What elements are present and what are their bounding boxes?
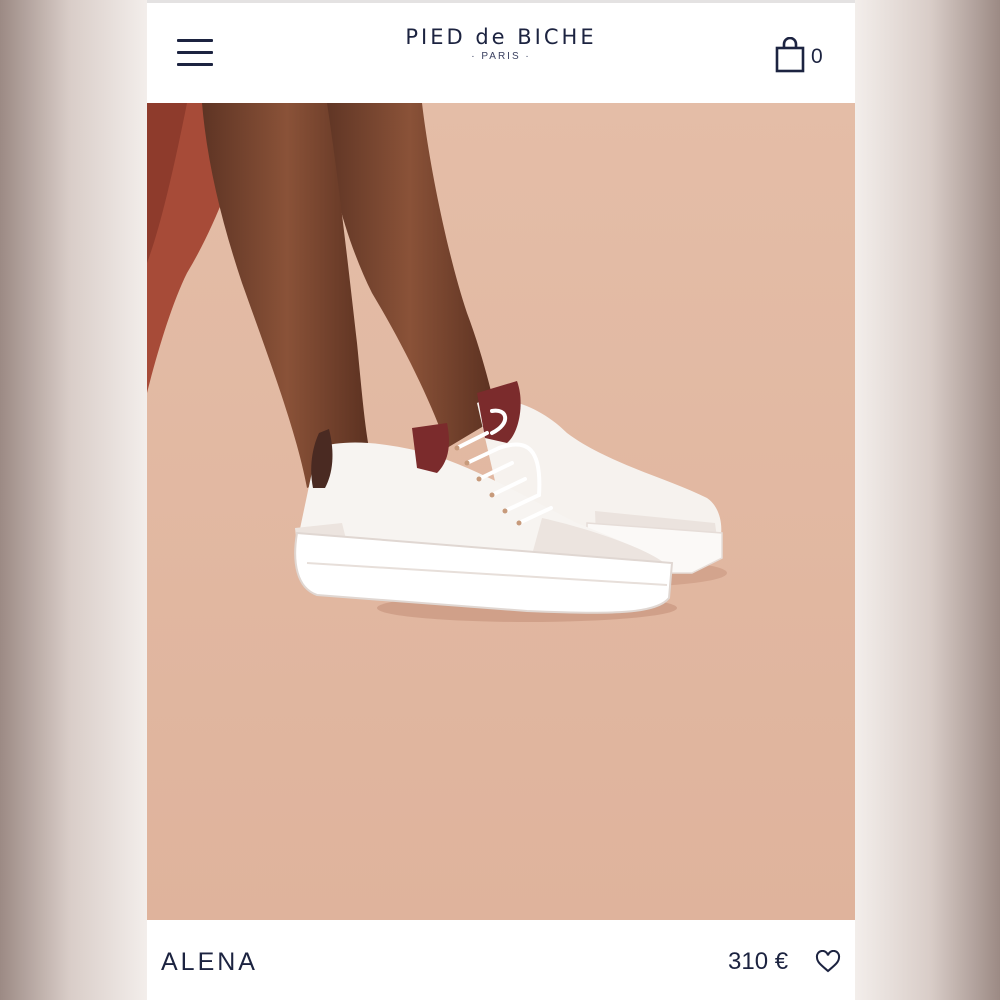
brand-city: · PARIS · <box>471 51 531 62</box>
product-info-bar: ALENA 310 € <box>147 920 855 1000</box>
product-photo-illustration <box>147 103 855 920</box>
product-image[interactable] <box>147 103 855 920</box>
cart-count: 0 <box>811 45 823 68</box>
heart-icon[interactable] <box>815 949 841 974</box>
phone-screen: PIED de BICHE · PARIS · 0 ALENA 310 € <box>147 0 855 1000</box>
brand-name: PIED de BICHE <box>405 25 597 49</box>
product-price: 310 € <box>728 948 789 975</box>
cart-button[interactable]: 0 <box>775 37 835 73</box>
brand-logo[interactable]: PIED de BICHE · PARIS · <box>351 25 651 62</box>
hamburger-menu-icon[interactable] <box>177 39 213 67</box>
product-name: ALENA <box>161 948 258 976</box>
shopping-bag-icon <box>775 37 805 73</box>
site-header: PIED de BICHE · PARIS · 0 <box>147 3 855 103</box>
